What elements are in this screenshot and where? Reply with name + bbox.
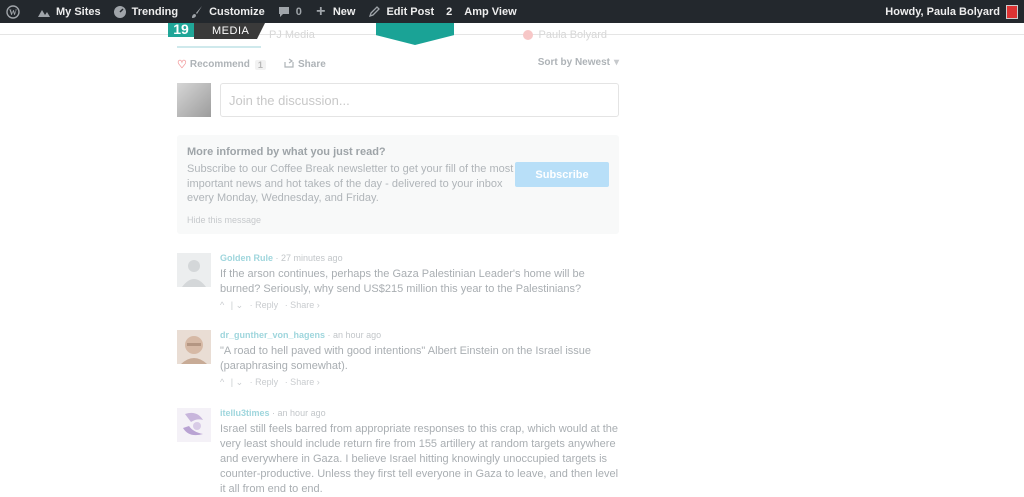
share-link[interactable]: · Share › bbox=[285, 300, 320, 310]
trending-menu[interactable]: Trending bbox=[107, 0, 184, 23]
comment-header: itellu3times · an hour ago bbox=[220, 408, 326, 418]
comment-text: Israel still feels barred from appropria… bbox=[220, 423, 619, 495]
comment-author[interactable]: dr_gunther_von_hagens bbox=[220, 330, 325, 340]
share-button[interactable]: Share bbox=[284, 58, 326, 71]
share-label: Share bbox=[298, 59, 326, 70]
edit-post-label: Edit Post bbox=[386, 5, 435, 18]
comment-item: dr_gunther_von_hagens · an hour ago "A r… bbox=[177, 330, 619, 390]
heart-icon: ♡ bbox=[177, 59, 187, 71]
avatar[interactable] bbox=[177, 330, 211, 364]
comment-actions: ^ | ⌄ · Reply · Share › bbox=[220, 377, 324, 388]
newsletter-promo: More informed by what you just read? Sub… bbox=[177, 135, 619, 234]
comments-count: 0 bbox=[295, 5, 302, 18]
subscribe-button[interactable]: Subscribe bbox=[515, 162, 609, 187]
composer-avatar bbox=[177, 83, 211, 117]
comment-author[interactable]: itellu3times bbox=[220, 408, 270, 418]
comment-time[interactable]: · an hour ago bbox=[328, 330, 382, 340]
downvote-button[interactable]: | ⌄ bbox=[231, 377, 243, 387]
comment-bubble-icon bbox=[277, 5, 291, 19]
howdy-label: Howdy, Paula Bolyard bbox=[885, 5, 1000, 18]
discussion-header: 19 MEDIA PJ Media Paula Bolyard bbox=[168, 22, 619, 48]
wordpress-icon: W bbox=[6, 4, 20, 19]
plus-icon: + bbox=[316, 2, 326, 20]
new-content-menu[interactable]: + New bbox=[308, 0, 362, 23]
comment-text: "A road to hell paved with good intentio… bbox=[220, 345, 592, 372]
avatar[interactable] bbox=[177, 408, 211, 442]
default-avatar-icon[interactable] bbox=[177, 253, 211, 287]
sort-label: Sort by Newest bbox=[537, 57, 610, 68]
share-icon bbox=[284, 58, 294, 71]
recommend-count: 1 bbox=[254, 59, 266, 70]
comment-actions: ^ | ⌄ · Reply · Share › bbox=[220, 300, 324, 311]
hide-message-link[interactable]: Hide this message bbox=[187, 215, 261, 225]
comment-author[interactable]: Golden Rule bbox=[220, 253, 273, 263]
comment-header: Golden Rule · 27 minutes ago bbox=[220, 253, 343, 263]
upvote-button[interactable]: ^ bbox=[220, 300, 224, 310]
sites-icon bbox=[37, 5, 51, 19]
user-avatar bbox=[1006, 4, 1018, 19]
admin-bar: W My Sites Trending Customize 0 + New Ed… bbox=[0, 0, 1024, 23]
customize-link[interactable]: Customize bbox=[184, 0, 271, 23]
active-tab-underline bbox=[177, 46, 261, 48]
account-menu[interactable]: Howdy, Paula Bolyard bbox=[879, 0, 1024, 23]
user-menu-label: Paula Bolyard bbox=[538, 29, 608, 41]
dashboard-icon bbox=[113, 5, 127, 19]
reply-link[interactable]: · Reply bbox=[250, 377, 279, 387]
amp-view-link[interactable]: Amp View bbox=[458, 0, 522, 23]
upvote-button[interactable]: ^ bbox=[220, 377, 224, 387]
my-sites-label: My Sites bbox=[56, 5, 101, 18]
comment-item: Golden Rule · 27 minutes ago If the arso… bbox=[177, 253, 619, 313]
wordpress-logo-button[interactable]: W bbox=[0, 0, 31, 23]
comment-item: itellu3times · an hour ago Israel still … bbox=[177, 408, 619, 495]
edit-post-link[interactable]: Edit Post bbox=[361, 0, 440, 23]
comment-input[interactable] bbox=[220, 83, 619, 117]
edit-post-count: 2 bbox=[446, 5, 453, 18]
my-sites-menu[interactable]: My Sites bbox=[31, 0, 107, 23]
comment-time[interactable]: · an hour ago bbox=[272, 408, 326, 418]
amp-view-label: Amp View bbox=[464, 5, 517, 18]
recommend-button[interactable]: ♡ Recommend 1 bbox=[177, 58, 266, 71]
edit-post-count-badge[interactable]: 2 bbox=[440, 0, 458, 23]
site-logo-number: 19 bbox=[168, 22, 194, 37]
sort-dropdown[interactable]: Sort by Newest ▾ bbox=[538, 57, 619, 68]
user-menu[interactable]: Paula Bolyard bbox=[522, 29, 608, 41]
discussion-toolbar: ♡ Recommend 1 Share Sort by Newest ▾ bbox=[177, 56, 619, 72]
site-logo-media: MEDIA bbox=[194, 23, 266, 39]
teal-ribbon bbox=[376, 23, 454, 45]
pencil-icon bbox=[367, 5, 381, 19]
new-label: New bbox=[332, 5, 356, 18]
community-tab[interactable]: PJ Media bbox=[269, 29, 315, 41]
paintbrush-icon bbox=[190, 5, 204, 19]
reply-link[interactable]: · Reply bbox=[250, 300, 279, 310]
recommend-label: Recommend bbox=[189, 59, 250, 70]
comments-link[interactable]: 0 bbox=[271, 0, 308, 23]
svg-text:W: W bbox=[9, 8, 17, 17]
trending-label: Trending bbox=[131, 5, 179, 18]
user-avatar-icon bbox=[522, 30, 533, 40]
chevron-down-icon: ▾ bbox=[613, 57, 619, 68]
comment-time[interactable]: · 27 minutes ago bbox=[276, 253, 343, 263]
comment-text: If the arson continues, perhaps the Gaza… bbox=[220, 268, 585, 295]
newsletter-title: More informed by what you just read? bbox=[187, 146, 386, 158]
comment-header: dr_gunther_von_hagens · an hour ago bbox=[220, 330, 381, 340]
share-link[interactable]: · Share › bbox=[285, 377, 320, 387]
newsletter-body: Subscribe to our Coffee Break newsletter… bbox=[187, 163, 514, 204]
downvote-button[interactable]: | ⌄ bbox=[231, 300, 243, 310]
customize-label: Customize bbox=[209, 5, 265, 18]
